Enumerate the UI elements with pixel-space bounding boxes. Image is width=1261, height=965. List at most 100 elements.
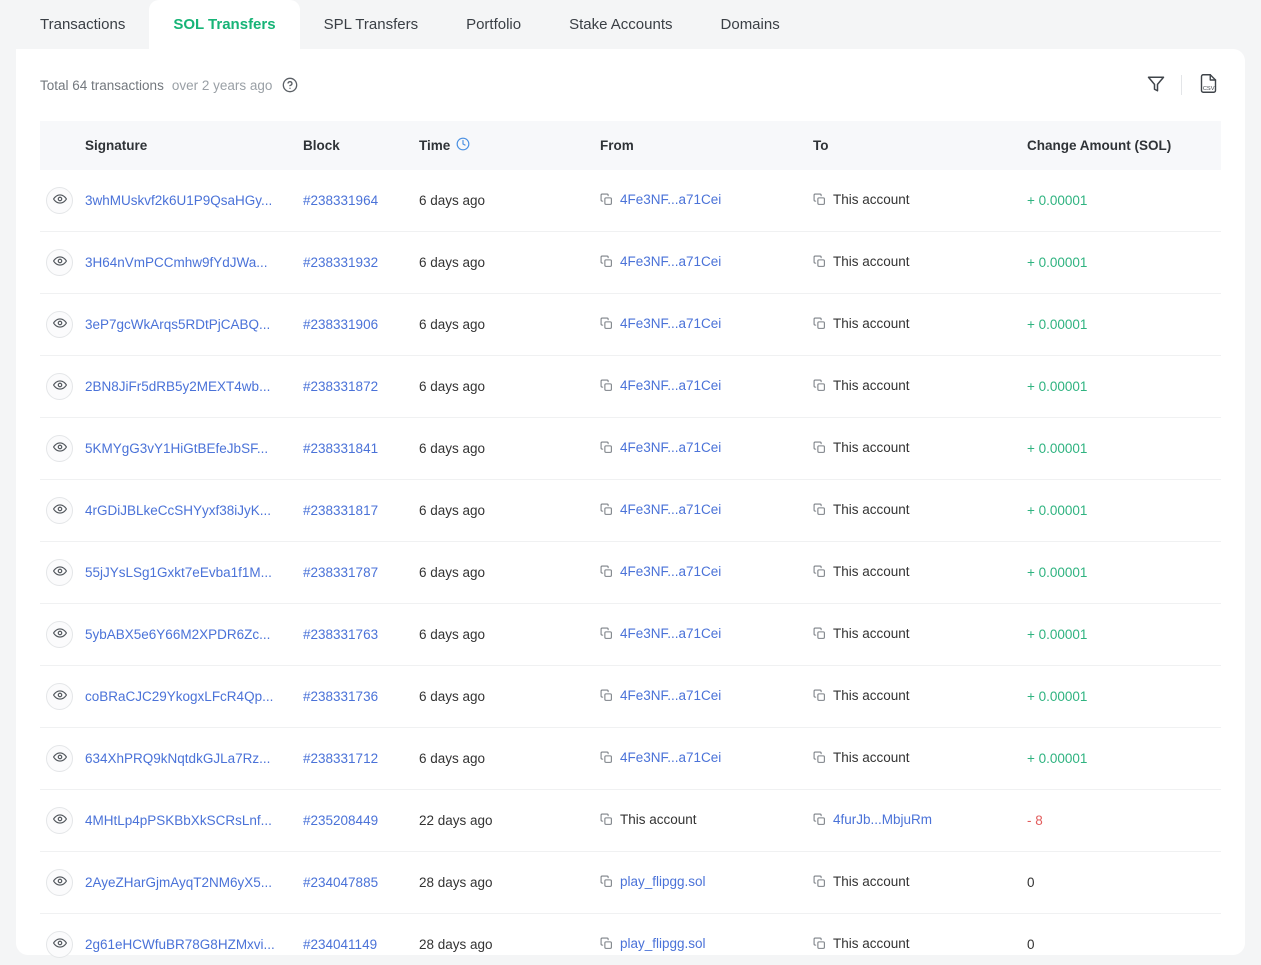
copy-icon[interactable] <box>600 379 613 392</box>
copy-icon[interactable] <box>813 751 826 764</box>
copy-icon[interactable] <box>600 255 613 268</box>
tab-spl-transfers[interactable]: SPL Transfers <box>300 0 442 49</box>
preview-transaction-button[interactable] <box>46 497 73 524</box>
block-link[interactable]: #234041149 <box>303 937 377 952</box>
copy-icon[interactable] <box>813 937 826 950</box>
signature-link[interactable]: coBRaCJC29YkogxLFcR4Qp... <box>85 689 273 704</box>
copy-icon[interactable] <box>600 875 613 888</box>
change-amount-label: + 0.00001 <box>1027 193 1087 208</box>
filter-button[interactable] <box>1145 73 1167 98</box>
signature-link[interactable]: 2AyeZHarGjmAyqT2NM6yX5... <box>85 875 272 890</box>
copy-icon[interactable] <box>600 441 613 454</box>
from-address-link[interactable]: 4Fe3NF...a71Cei <box>620 750 721 765</box>
copy-icon[interactable] <box>813 379 826 392</box>
preview-transaction-button[interactable] <box>46 807 73 834</box>
block-link[interactable]: #238331841 <box>303 441 378 456</box>
copy-icon[interactable] <box>600 813 613 826</box>
copy-icon[interactable] <box>813 565 826 578</box>
signature-cell: 634XhPRQ9kNqtdkGJLa7Rz... <box>85 728 303 790</box>
from-address-link[interactable]: 4Fe3NF...a71Cei <box>620 316 721 331</box>
block-cell: #238331932 <box>303 232 419 294</box>
copy-icon[interactable] <box>600 317 613 330</box>
block-link[interactable]: #238331736 <box>303 689 378 704</box>
from-cell: 4Fe3NF...a71Cei <box>600 480 813 542</box>
copy-icon[interactable] <box>600 627 613 640</box>
from-address-link[interactable]: 4Fe3NF...a71Cei <box>620 440 721 455</box>
preview-transaction-button[interactable] <box>46 683 73 710</box>
signature-link[interactable]: 634XhPRQ9kNqtdkGJLa7Rz... <box>85 751 270 766</box>
from-address-link[interactable]: play_flipgg.sol <box>620 936 706 951</box>
preview-transaction-button[interactable] <box>46 869 73 896</box>
copy-icon[interactable] <box>813 255 826 268</box>
preview-transaction-button[interactable] <box>46 249 73 276</box>
from-address-link[interactable]: 4Fe3NF...a71Cei <box>620 192 721 207</box>
signature-link[interactable]: 5KMYgG3vY1HiGtBEfeJbSF... <box>85 441 268 456</box>
change-amount-label: + 0.00001 <box>1027 689 1087 704</box>
from-address-link[interactable]: play_flipgg.sol <box>620 874 706 889</box>
copy-icon[interactable] <box>600 503 613 516</box>
table-header-row: SignatureBlockTimeFromToChange Amount (S… <box>40 121 1221 170</box>
block-link[interactable]: #238331906 <box>303 317 378 332</box>
tab-transactions[interactable]: Transactions <box>16 0 149 49</box>
preview-transaction-button[interactable] <box>46 745 73 772</box>
change-cell: + 0.00001 <box>1027 170 1221 232</box>
copy-icon[interactable] <box>600 565 613 578</box>
column-header-time[interactable]: Time <box>419 121 600 170</box>
block-link[interactable]: #238331817 <box>303 503 378 518</box>
block-link[interactable]: #238331932 <box>303 255 378 270</box>
tab-domains[interactable]: Domains <box>697 0 804 49</box>
copy-icon[interactable] <box>813 503 826 516</box>
block-link[interactable]: #238331787 <box>303 565 378 580</box>
from-address-link[interactable]: 4Fe3NF...a71Cei <box>620 626 721 641</box>
block-link[interactable]: #234047885 <box>303 875 378 890</box>
signature-link[interactable]: 3H64nVmPCCmhw9fYdJWa... <box>85 255 268 270</box>
preview-transaction-button[interactable] <box>46 435 73 462</box>
preview-transaction-button[interactable] <box>46 373 73 400</box>
copy-icon[interactable] <box>813 317 826 330</box>
preview-transaction-button[interactable] <box>46 621 73 648</box>
preview-cell <box>40 542 85 604</box>
clock-icon[interactable] <box>456 137 470 154</box>
tab-stake-accounts[interactable]: Stake Accounts <box>545 0 696 49</box>
tab-sol-transfers[interactable]: SOL Transfers <box>149 0 299 49</box>
copy-icon[interactable] <box>813 689 826 702</box>
preview-transaction-button[interactable] <box>46 559 73 586</box>
copy-icon[interactable] <box>813 875 826 888</box>
copy-icon[interactable] <box>813 441 826 454</box>
table-row: 2g61eHCWfuBR78G8HZMxvi...#23404114928 da… <box>40 914 1221 965</box>
signature-link[interactable]: 3whMUskvf2k6U1P9QsaHGy... <box>85 193 272 208</box>
from-address-link[interactable]: 4Fe3NF...a71Cei <box>620 688 721 703</box>
from-address-link[interactable]: 4Fe3NF...a71Cei <box>620 564 721 579</box>
signature-link[interactable]: 2BN8JiFr5dRB5y2MEXT4wb... <box>85 379 270 394</box>
block-link[interactable]: #238331763 <box>303 627 378 642</box>
to-address-link[interactable]: 4furJb...MbjuRm <box>833 812 932 827</box>
from-address-link[interactable]: 4Fe3NF...a71Cei <box>620 254 721 269</box>
signature-link[interactable]: 4MHtLp4pPSKBbXkSCRsLnf... <box>85 813 272 828</box>
signature-link[interactable]: 55jJYsLSg1Gxkt7eEvba1f1M... <box>85 565 272 580</box>
from-cell: 4Fe3NF...a71Cei <box>600 232 813 294</box>
block-link[interactable]: #238331964 <box>303 193 378 208</box>
copy-icon[interactable] <box>813 193 826 206</box>
export-csv-button[interactable]: CSV <box>1196 71 1221 99</box>
copy-icon[interactable] <box>600 193 613 206</box>
preview-transaction-button[interactable] <box>46 931 73 958</box>
signature-link[interactable]: 3eP7gcWkArqs5RDtPjCABQ... <box>85 317 270 332</box>
copy-icon[interactable] <box>600 689 613 702</box>
tab-portfolio[interactable]: Portfolio <box>442 0 545 49</box>
signature-link[interactable]: 2g61eHCWfuBR78G8HZMxvi... <box>85 937 275 952</box>
copy-icon[interactable] <box>813 813 826 826</box>
block-link[interactable]: #238331712 <box>303 751 378 766</box>
copy-icon[interactable] <box>600 751 613 764</box>
question-circle-icon[interactable] <box>282 77 298 93</box>
copy-icon[interactable] <box>600 937 613 950</box>
block-link[interactable]: #235208449 <box>303 813 378 828</box>
block-link[interactable]: #238331872 <box>303 379 378 394</box>
preview-transaction-button[interactable] <box>46 311 73 338</box>
eye-icon <box>53 378 67 395</box>
signature-link[interactable]: 5ybABX5e6Y66M2XPDR6Zc... <box>85 627 270 642</box>
from-address-link[interactable]: 4Fe3NF...a71Cei <box>620 378 721 393</box>
preview-transaction-button[interactable] <box>46 187 73 214</box>
from-address-link[interactable]: 4Fe3NF...a71Cei <box>620 502 721 517</box>
signature-link[interactable]: 4rGDiJBLkeCcSHYyxf38iJyK... <box>85 503 271 518</box>
copy-icon[interactable] <box>813 627 826 640</box>
